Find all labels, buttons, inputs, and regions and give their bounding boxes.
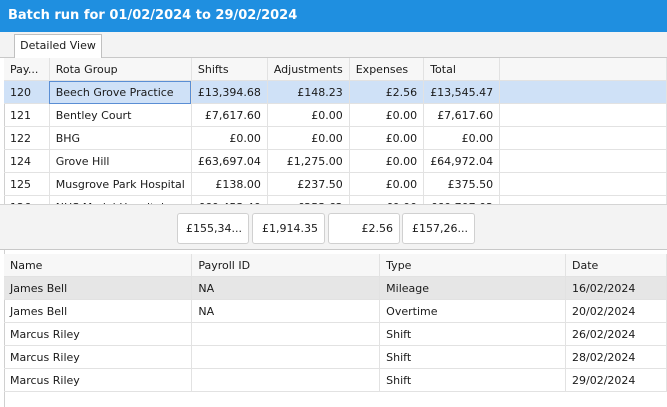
cell-rota-group[interactable]: Beech Grove Practice — [49, 80, 192, 104]
cell-expenses[interactable]: £0.00 — [349, 126, 425, 150]
total-shifts: £155,34... — [177, 213, 249, 244]
col-header-type[interactable]: Type — [379, 254, 566, 277]
cell-expenses[interactable]: £2.56 — [349, 80, 425, 104]
summary-row[interactable]: 126 NHS Model Hospital £60,453.40 £253.6… — [4, 195, 667, 204]
cell-payroll-id[interactable] — [191, 368, 381, 392]
detail-row[interactable]: Marcus Riley Shift 29/02/2024 — [4, 368, 667, 392]
cell-filler — [499, 80, 667, 104]
col-header-pay[interactable]: Pay... — [4, 58, 50, 81]
cell-rota-group[interactable]: NHS Model Hospital — [49, 195, 192, 204]
summary-row[interactable]: 124 Grove Hill £63,697.04 £1,275.00 £0.0… — [4, 149, 667, 173]
detail-grid: Name Payroll ID Type Date James Bell NA … — [4, 254, 667, 407]
col-header-adjustments[interactable]: Adjustments — [267, 58, 350, 81]
detail-row[interactable]: James Bell NA Overtime 20/02/2024 — [4, 299, 667, 323]
cell-shifts[interactable]: £63,697.04 — [191, 149, 268, 173]
total-total: £157,26... — [402, 213, 475, 244]
detail-header-row: Name Payroll ID Type Date — [4, 254, 667, 277]
total-expenses: £2.56 — [328, 213, 400, 244]
summary-header-row: Pay... Rota Group Shifts Adjustments Exp… — [4, 58, 667, 81]
detail-row[interactable]: Marcus Riley Shift 26/02/2024 — [4, 322, 667, 346]
cell-type[interactable]: Shift — [379, 368, 566, 392]
cell-adjustments[interactable]: £0.00 — [267, 103, 350, 127]
cell-expenses[interactable]: £0.00 — [349, 149, 425, 173]
cell-total[interactable]: £0.00 — [423, 126, 501, 150]
cell-rota-group[interactable]: BHG — [49, 126, 192, 150]
col-header-shifts[interactable]: Shifts — [191, 58, 268, 81]
cell-payroll-id[interactable] — [191, 345, 381, 369]
cell-type[interactable]: Shift — [379, 345, 566, 369]
cell-total[interactable]: £375.50 — [423, 172, 501, 196]
cell-shifts[interactable]: £60,453.40 — [191, 195, 268, 204]
cell-shifts[interactable]: £138.00 — [191, 172, 268, 196]
cell-adjustments[interactable]: £1,275.00 — [267, 149, 350, 173]
cell-date[interactable]: 20/02/2024 — [565, 299, 667, 323]
cell-pay[interactable]: 122 — [4, 126, 50, 150]
cell-date[interactable]: 28/02/2024 — [565, 345, 667, 369]
detail-table: Name Payroll ID Type Date James Bell NA … — [4, 254, 667, 392]
cell-adjustments[interactable]: £0.00 — [267, 126, 350, 150]
cell-name[interactable]: Marcus Riley — [4, 368, 193, 392]
detail-row[interactable]: James Bell NA Mileage 16/02/2024 — [4, 276, 667, 300]
cell-shifts[interactable]: £0.00 — [191, 126, 268, 150]
summary-row[interactable]: 122 BHG £0.00 £0.00 £0.00 £0.00 — [4, 126, 667, 150]
cell-filler — [499, 172, 667, 196]
tab-detailed-view[interactable]: Detailed View — [14, 34, 102, 59]
window-title: Batch run for 01/02/2024 to 29/02/2024 — [0, 0, 667, 32]
summary-grid: Pay... Rota Group Shifts Adjustments Exp… — [4, 58, 667, 204]
cell-name[interactable]: James Bell — [4, 299, 193, 323]
cell-total[interactable]: £13,545.47 — [423, 80, 501, 104]
cell-name[interactable]: Marcus Riley — [4, 345, 193, 369]
cell-adjustments[interactable]: £148.23 — [267, 80, 350, 104]
tab-strip: Detailed View — [0, 32, 667, 59]
cell-pay[interactable]: 124 — [4, 149, 50, 173]
col-header-payroll-id[interactable]: Payroll ID — [191, 254, 381, 277]
cell-type[interactable]: Mileage — [379, 276, 566, 300]
col-header-name[interactable]: Name — [4, 254, 193, 277]
cell-date[interactable]: 16/02/2024 — [565, 276, 667, 300]
cell-name[interactable]: James Bell — [4, 276, 193, 300]
cell-shifts[interactable]: £7,617.60 — [191, 103, 268, 127]
col-header-total[interactable]: Total — [423, 58, 501, 81]
cell-pay[interactable]: 125 — [4, 172, 50, 196]
detail-row[interactable]: Marcus Riley Shift 28/02/2024 — [4, 345, 667, 369]
cell-filler — [499, 103, 667, 127]
total-adjustments: £1,914.35 — [252, 213, 325, 244]
cell-filler — [499, 126, 667, 150]
summary-table: Pay... Rota Group Shifts Adjustments Exp… — [4, 58, 667, 204]
cell-payroll-id[interactable]: NA — [191, 299, 381, 323]
cell-date[interactable]: 29/02/2024 — [565, 368, 667, 392]
cell-expenses[interactable]: £0.00 — [349, 103, 425, 127]
totals-footer: £155,34... £1,914.35 £2.56 £157,26... — [0, 204, 667, 250]
cell-date[interactable]: 26/02/2024 — [565, 322, 667, 346]
col-header-date[interactable]: Date — [565, 254, 667, 277]
summary-row[interactable]: 120 Beech Grove Practice £13,394.68 £148… — [4, 80, 667, 104]
summary-row[interactable]: 121 Bentley Court £7,617.60 £0.00 £0.00 … — [4, 103, 667, 127]
cell-shifts[interactable]: £13,394.68 — [191, 80, 268, 104]
cell-type[interactable]: Shift — [379, 322, 566, 346]
cell-adjustments[interactable]: £253.62 — [267, 195, 350, 204]
col-header-expenses[interactable]: Expenses — [349, 58, 425, 81]
cell-total[interactable]: £64,972.04 — [423, 149, 501, 173]
col-header-rota-group[interactable]: Rota Group — [49, 58, 192, 81]
cell-rota-group[interactable]: Grove Hill — [49, 149, 192, 173]
col-header-filler — [499, 58, 667, 81]
cell-pay[interactable]: 126 — [4, 195, 50, 204]
cell-filler — [499, 195, 667, 204]
cell-type[interactable]: Overtime — [379, 299, 566, 323]
cell-rota-group[interactable]: Musgrove Park Hospital — [49, 172, 192, 196]
cell-expenses[interactable]: £0.00 — [349, 195, 425, 204]
summary-row[interactable]: 125 Musgrove Park Hospital £138.00 £237.… — [4, 172, 667, 196]
cell-total[interactable]: £7,617.60 — [423, 103, 501, 127]
cell-rota-group[interactable]: Bentley Court — [49, 103, 192, 127]
cell-expenses[interactable]: £0.00 — [349, 172, 425, 196]
cell-filler — [499, 149, 667, 173]
cell-pay[interactable]: 121 — [4, 103, 50, 127]
cell-payroll-id[interactable] — [191, 322, 381, 346]
cell-name[interactable]: Marcus Riley — [4, 322, 193, 346]
cell-total[interactable]: £60,707.02 — [423, 195, 501, 204]
cell-payroll-id[interactable]: NA — [191, 276, 381, 300]
cell-pay[interactable]: 120 — [4, 80, 50, 104]
cell-adjustments[interactable]: £237.50 — [267, 172, 350, 196]
